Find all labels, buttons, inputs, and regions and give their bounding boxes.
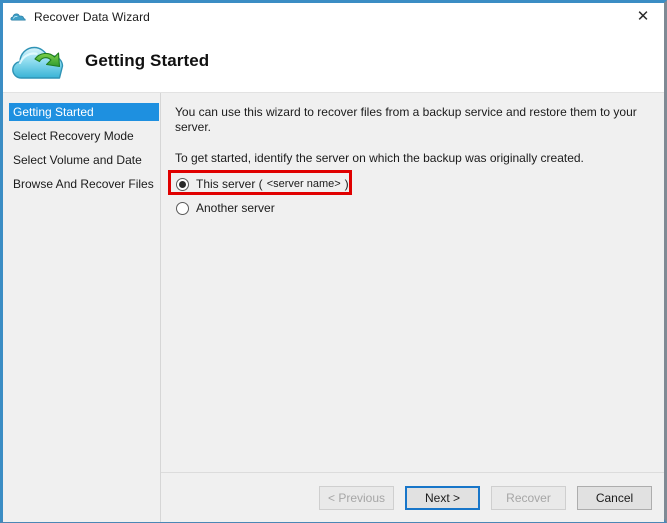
sidebar-item-label: Browse And Recover Files xyxy=(13,177,154,191)
radio-this-server-suffix: ) xyxy=(345,177,349,191)
window-title: Recover Data Wizard xyxy=(34,10,150,24)
sidebar-item-select-recovery-mode[interactable]: Select Recovery Mode xyxy=(3,127,160,145)
previous-button[interactable]: < Previous xyxy=(319,486,394,510)
radio-another-server[interactable]: Another server xyxy=(176,198,650,218)
sidebar-item-label: Select Volume and Date xyxy=(13,153,142,167)
instruction-paragraph: To get started, identify the server on w… xyxy=(175,151,650,166)
title-bar: Recover Data Wizard ✕ xyxy=(3,3,664,30)
radio-selected-icon[interactable] xyxy=(176,178,189,191)
cancel-button[interactable]: Cancel xyxy=(577,486,652,510)
sidebar-item-label: Getting Started xyxy=(13,105,94,119)
wizard-body: Getting Started Select Recovery Mode Sel… xyxy=(3,93,664,522)
wizard-window: Recover Data Wizard ✕ xyxy=(0,0,667,523)
radio-unselected-icon[interactable] xyxy=(176,202,189,215)
content-pane: You can use this wizard to recover files… xyxy=(161,93,664,522)
wizard-steps-sidebar: Getting Started Select Recovery Mode Sel… xyxy=(3,93,161,522)
radio-another-server-label: Another server xyxy=(196,201,275,215)
cloud-restore-icon xyxy=(11,37,69,85)
sidebar-item-select-volume-and-date[interactable]: Select Volume and Date xyxy=(3,151,160,169)
wizard-footer: < Previous Next > Recover Cancel xyxy=(161,472,664,522)
content-main: You can use this wizard to recover files… xyxy=(161,93,664,472)
cloud-icon xyxy=(10,8,28,26)
server-name-value: <server name> xyxy=(263,178,345,190)
radio-this-server[interactable]: This server ( <server name> ) xyxy=(176,174,650,194)
page-title: Getting Started xyxy=(85,51,209,71)
sidebar-item-getting-started[interactable]: Getting Started xyxy=(9,103,159,121)
radio-this-server-label: This server ( xyxy=(196,177,263,191)
sidebar-item-browse-and-recover-files[interactable]: Browse And Recover Files xyxy=(3,175,160,193)
intro-paragraph: You can use this wizard to recover files… xyxy=(175,105,650,135)
close-icon[interactable]: ✕ xyxy=(622,3,664,30)
wizard-header: Getting Started xyxy=(3,30,664,93)
next-button[interactable]: Next > xyxy=(405,486,480,510)
recover-button[interactable]: Recover xyxy=(491,486,566,510)
server-selection-radio-group: This server ( <server name> ) Another se… xyxy=(176,174,650,218)
sidebar-item-label: Select Recovery Mode xyxy=(13,129,134,143)
